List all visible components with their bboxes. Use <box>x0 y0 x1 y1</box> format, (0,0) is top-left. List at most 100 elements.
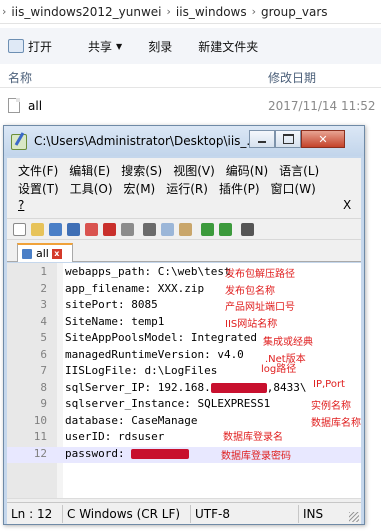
menu-plugins[interactable]: 插件(P) <box>219 180 271 197</box>
code-line: 2 app_filename: XXX.zip 发布包名称 <box>7 282 361 299</box>
redaction-mark <box>131 448 190 459</box>
tab-all[interactable]: all x <box>17 243 73 262</box>
code-text: SiteAppPoolsModel: Integrated <box>65 331 258 344</box>
title-bar[interactable]: C:\Users\Administrator\Desktop\iis_... ✕ <box>4 126 364 156</box>
code-text: userID: rdsuser <box>65 430 165 443</box>
status-encoding[interactable]: UTF-8 <box>191 504 299 523</box>
column-name[interactable]: 名称 <box>8 69 32 86</box>
line-number: 12 <box>33 446 47 460</box>
line-number: 2 <box>40 281 47 295</box>
annotation: IIS网站名称 <box>225 318 278 330</box>
menu-language[interactable]: 语言(L) <box>279 162 330 179</box>
line-number: 11 <box>33 430 47 443</box>
code-text: webapps_path: C:\web\test <box>65 265 231 278</box>
annotation: 实例名称 <box>311 401 351 412</box>
paste-icon[interactable] <box>179 223 192 236</box>
tab-bar: all x <box>7 240 361 262</box>
burn-label: 刻录 <box>148 39 173 54</box>
saved-file-icon <box>22 248 32 259</box>
save-icon[interactable] <box>49 223 62 236</box>
chevron-down-icon: ▼ <box>116 41 123 51</box>
minimize-button[interactable] <box>249 130 275 148</box>
close-file-icon[interactable] <box>85 223 98 236</box>
new-folder-button[interactable]: 新建文件夹 <box>190 33 266 59</box>
code-text: IISLogFile: d:\LogFiles <box>65 364 218 377</box>
close-button[interactable]: ✕ <box>301 130 345 148</box>
menu-view[interactable]: 视图(V) <box>173 162 226 179</box>
find-icon[interactable] <box>241 223 254 236</box>
line-number: 5 <box>40 331 47 344</box>
open-button[interactable]: 打开 <box>0 33 60 59</box>
breadcrumb-item[interactable]: iis_windows <box>173 5 250 19</box>
annotation: 发布包名称 <box>225 285 275 297</box>
menu-run[interactable]: 运行(R) <box>166 180 219 197</box>
status-insert-mode: INS <box>303 506 324 521</box>
line-number: 9 <box>40 397 47 410</box>
code-text-end: ,8433\ <box>266 380 307 394</box>
breadcrumb-chevron-icon: › <box>251 5 257 18</box>
redo-icon[interactable] <box>219 223 232 236</box>
code-text: sqlserver_Instance: SQLEXPRESS1 <box>65 397 271 410</box>
code-line: 8 sqlServer_IP: 192.168. ,8433\ IP,Port <box>7 379 361 398</box>
line-number: 7 <box>40 364 47 377</box>
code-line: 4 SiteName: temp1 IIS网站名称 <box>7 315 361 332</box>
annotation: log路径 <box>261 364 297 375</box>
code-text-start: sqlServer_IP: 192.168. <box>65 380 211 394</box>
code-editor[interactable]: 1 webapps_path: C:\web\test 发布包解压路径 2 ap… <box>7 263 361 498</box>
copy-icon[interactable] <box>161 223 174 236</box>
save-all-icon[interactable] <box>67 223 80 236</box>
menu-window[interactable]: 窗口(W) <box>271 180 327 197</box>
code-line: 5 SiteAppPoolsModel: Integrated 集成或经典 <box>7 331 361 348</box>
burn-button[interactable]: 刻录 <box>140 33 180 59</box>
code-line: 10 database: CaseManage 数据库名称 <box>7 414 361 431</box>
code-text: database: CaseManage <box>65 413 198 427</box>
status-eol[interactable]: C Windows (CR LF) <box>63 504 191 523</box>
close-document-button[interactable]: X <box>343 198 351 212</box>
menu-help[interactable]: ? <box>18 198 35 212</box>
menu-settings[interactable]: 设置(T) <box>18 180 70 197</box>
open-icon <box>8 39 24 53</box>
print-icon[interactable] <box>121 223 134 236</box>
close-all-icon[interactable] <box>103 223 116 236</box>
cut-icon[interactable] <box>143 223 156 236</box>
status-bar: Ln : 12 C Windows (CR LF) UTF-8 INS <box>7 502 361 524</box>
file-row[interactable]: all 2017/11/14 11:52 <box>0 93 381 119</box>
tab-label: all <box>36 247 49 260</box>
open-file-icon[interactable] <box>31 223 44 236</box>
editor-toolbar <box>7 218 361 240</box>
code-text: sitePort: 8085 <box>65 298 158 311</box>
breadcrumb-item[interactable]: iis_windows2012_yunwei <box>8 5 164 19</box>
menu-search[interactable]: 搜索(S) <box>121 162 173 179</box>
line-number: 1 <box>40 265 47 278</box>
undo-icon[interactable] <box>201 223 214 236</box>
breadcrumb-item[interactable]: group_vars <box>258 5 331 19</box>
open-label: 打开 <box>28 39 53 54</box>
column-header: 名称 修改日期 <box>0 66 381 88</box>
code-line: 3 sitePort: 8085 产品网址端口号 <box>7 298 361 315</box>
code-line: 1 webapps_path: C:\web\test 发布包解压路径 <box>7 265 361 282</box>
maximize-button[interactable] <box>275 130 301 148</box>
file-name: all <box>28 99 43 113</box>
share-button[interactable]: 共享 ▼ <box>80 33 130 59</box>
annotation: 集成或经典 <box>263 337 313 348</box>
tab-close-icon[interactable]: x <box>51 248 62 259</box>
code-line: 6 managedRuntimeVersion: v4.0 .Net版本 <box>7 348 361 365</box>
breadcrumb-chevron-icon: › <box>2 5 7 18</box>
menu-macro[interactable]: 宏(M) <box>124 180 167 197</box>
line-number: 3 <box>40 298 47 311</box>
resize-grip-icon[interactable] <box>349 512 359 522</box>
column-date[interactable]: 修改日期 <box>268 69 316 86</box>
code-text-start: password: <box>65 446 132 460</box>
code-line: 9 sqlserver_Instance: SQLEXPRESS1 实例名称 <box>7 397 361 414</box>
menu-edit[interactable]: 编辑(E) <box>69 162 121 179</box>
address-bar[interactable]: › iis_windows2012_yunwei › iis_windows ›… <box>0 0 381 24</box>
menu-tools[interactable]: 工具(O) <box>70 180 124 197</box>
code-text: password: <box>65 446 190 460</box>
menu-file[interactable]: 文件(F) <box>18 162 69 179</box>
line-number: 10 <box>33 413 47 427</box>
explorer-toolbar: 打开 共享 ▼ 刻录 新建文件夹 <box>0 28 381 64</box>
new-file-icon[interactable] <box>13 223 26 236</box>
menu-encoding[interactable]: 编码(N) <box>226 162 279 179</box>
code-text: SiteName: temp1 <box>65 314 165 328</box>
line-number: 4 <box>40 314 47 328</box>
